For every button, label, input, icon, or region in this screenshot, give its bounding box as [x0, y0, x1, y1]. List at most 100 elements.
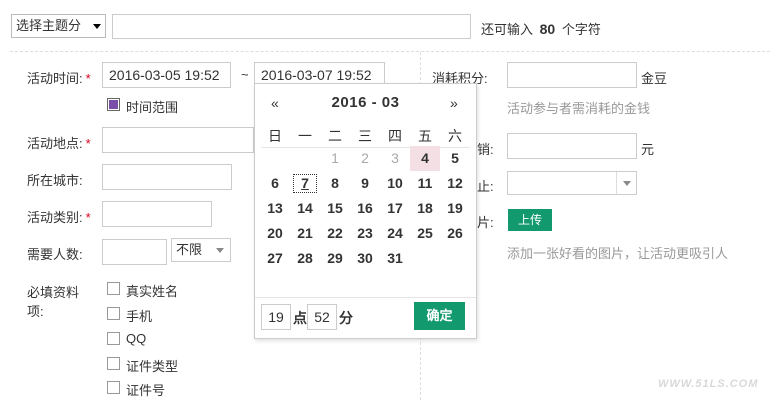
- upload-button[interactable]: 上传: [508, 209, 552, 231]
- calendar-day[interactable]: 24: [380, 221, 410, 246]
- calendar-day[interactable]: 26: [440, 221, 470, 246]
- weekday-label: 四: [388, 128, 402, 144]
- city-input[interactable]: [102, 164, 232, 190]
- calendar-day-selected[interactable]: 7: [290, 171, 320, 196]
- fee-input[interactable]: [507, 133, 637, 159]
- calendar-day[interactable]: 25: [410, 221, 440, 246]
- field-label: 证件类型: [126, 359, 179, 374]
- calendar-day[interactable]: 5: [440, 146, 470, 171]
- field-checkbox-qq[interactable]: [107, 332, 120, 345]
- required-mark: *: [85, 136, 91, 151]
- people-limit-select[interactable]: 不限: [171, 238, 231, 262]
- watermark: WWW.51LS.COM: [658, 378, 759, 390]
- deadline-select[interactable]: [507, 171, 637, 195]
- fee-unit: 元: [641, 142, 655, 157]
- calendar-day[interactable]: 29: [320, 246, 350, 271]
- topic-select-value: 选择主题分: [16, 18, 82, 33]
- minute-unit: 分: [339, 310, 353, 326]
- weekday-label: 日: [268, 128, 282, 144]
- weekday-label: 一: [298, 128, 312, 144]
- field-label: QQ: [126, 331, 147, 346]
- calendar-day[interactable]: 31: [380, 246, 410, 271]
- field-checkbox-id-type[interactable]: [107, 357, 120, 370]
- char-hint-count: 80: [539, 21, 556, 37]
- calendar-day[interactable]: 27: [260, 246, 290, 271]
- dropdown-button[interactable]: [616, 172, 636, 194]
- start-time-input[interactable]: 2016-03-05 19:52: [102, 62, 231, 88]
- required-mark: *: [85, 210, 91, 225]
- calendar-day[interactable]: 6: [260, 171, 290, 196]
- field-checkbox-phone[interactable]: [107, 307, 120, 320]
- topic-select[interactable]: 选择主题分: [11, 14, 106, 38]
- time-range-checkbox[interactable]: [107, 98, 120, 111]
- time-label: 活动时间: *: [27, 68, 91, 87]
- section-divider: [10, 51, 770, 52]
- time-range-label: 时间范围: [126, 100, 179, 115]
- calendar-day[interactable]: 22: [320, 221, 350, 246]
- calendar-day[interactable]: 1: [320, 146, 350, 171]
- calendar-day[interactable]: 13: [260, 196, 290, 221]
- field-label: 真实姓名: [126, 284, 179, 299]
- points-hint: 活动参与者需消耗的金钱: [507, 101, 651, 116]
- chevron-down-icon: [93, 24, 101, 29]
- location-label: 活动地点: *: [27, 133, 91, 152]
- points-unit: 金豆: [641, 71, 668, 86]
- picture-hint: 添加一张好看的图片，让活动更吸引人: [507, 246, 729, 261]
- calendar-day[interactable]: 15: [320, 196, 350, 221]
- calendar-day[interactable]: 16: [350, 196, 380, 221]
- calendar-day[interactable]: 10: [380, 171, 410, 196]
- confirm-button[interactable]: 确定: [414, 302, 465, 330]
- category-input[interactable]: [102, 201, 212, 227]
- date-picker: « 2016 - 03 » 日 一 二 三 四 五 六 1 2 3 4 5 6 …: [254, 83, 477, 339]
- category-label: 活动类别: *: [27, 207, 91, 226]
- hour-input[interactable]: 19: [261, 304, 291, 330]
- calendar-day[interactable]: 2: [350, 146, 380, 171]
- calendar-day[interactable]: 9: [350, 171, 380, 196]
- time-label-text: 活动时间:: [27, 71, 83, 86]
- calendar-day[interactable]: 20: [260, 221, 290, 246]
- calendar-day[interactable]: 3: [380, 146, 410, 171]
- calendar-day[interactable]: 19: [440, 196, 470, 221]
- calendar-day[interactable]: 8: [320, 171, 350, 196]
- calendar-day[interactable]: 30: [350, 246, 380, 271]
- calendar-day[interactable]: 18: [410, 196, 440, 221]
- field-checkbox-name[interactable]: [107, 282, 120, 295]
- calendar-day[interactable]: 28: [290, 246, 320, 271]
- next-month-button[interactable]: »: [450, 95, 458, 111]
- char-limit-hint: 还可输入 80 个字符: [481, 19, 601, 38]
- calendar-header: « 2016 - 03 »: [255, 84, 476, 124]
- picture-label: 片:: [477, 215, 494, 230]
- calendar-day[interactable]: 17: [380, 196, 410, 221]
- chevron-down-icon: [623, 181, 631, 186]
- field-label: 证件号: [126, 383, 166, 398]
- weekday-label: 五: [418, 128, 432, 144]
- calendar-day[interactable]: 14: [290, 196, 320, 221]
- calendar-day[interactable]: 4: [410, 146, 440, 171]
- chevron-down-icon: [216, 248, 224, 253]
- calendar-day[interactable]: 12: [440, 171, 470, 196]
- title-input[interactable]: [112, 14, 471, 39]
- location-label-text: 活动地点:: [27, 136, 83, 151]
- calendar-title: 2016 - 03: [331, 94, 400, 111]
- range-separator: ~: [241, 67, 249, 82]
- minute-input[interactable]: 52: [307, 304, 337, 330]
- required-mark: *: [85, 71, 91, 86]
- location-input[interactable]: [102, 127, 254, 153]
- points-input[interactable]: [507, 62, 637, 88]
- field-checkbox-id-number[interactable]: [107, 381, 120, 394]
- calendar-footer-divider: [255, 297, 476, 298]
- field-label: 手机: [126, 309, 153, 324]
- required-fields-label-2: 项:: [27, 304, 44, 319]
- calendar-day[interactable]: 11: [410, 171, 440, 196]
- category-label-text: 活动类别:: [27, 210, 83, 225]
- calendar-day[interactable]: 21: [290, 221, 320, 246]
- hour-unit: 点: [293, 310, 307, 326]
- fee-label: 销:: [477, 142, 494, 157]
- required-fields-label: 必填资料: [27, 285, 80, 300]
- people-input[interactable]: [102, 239, 167, 265]
- deadline-label: 止:: [477, 179, 494, 194]
- calendar-day[interactable]: 23: [350, 221, 380, 246]
- char-hint-prefix: 还可输入: [481, 22, 534, 37]
- weekday-label: 三: [358, 128, 372, 144]
- char-hint-suffix: 个字符: [561, 22, 601, 37]
